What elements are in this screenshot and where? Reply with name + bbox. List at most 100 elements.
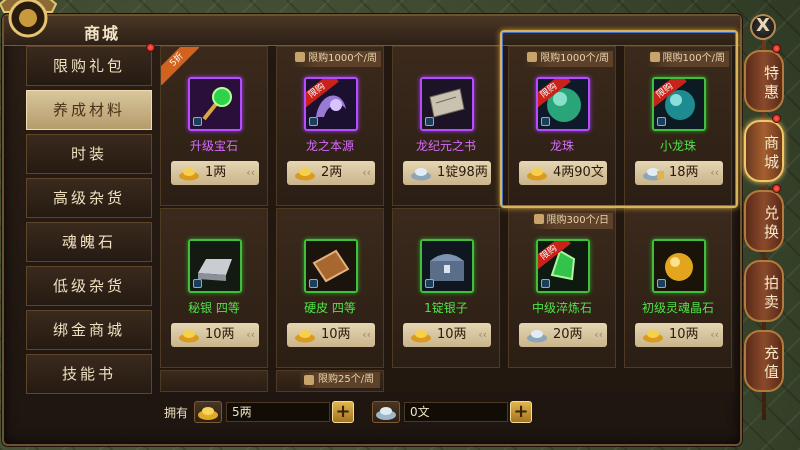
buy-price-button[interactable]: 2两	[287, 161, 375, 185]
silver-amount-field: 0文	[404, 402, 508, 422]
notification-dot	[772, 184, 781, 193]
shop-item-card[interactable]: 限购1000个/周 限购 龙之本源 2两	[276, 46, 384, 206]
bound-lock-icon	[657, 279, 666, 288]
notification-dot	[772, 44, 781, 53]
gold-ingot-icon	[293, 165, 317, 181]
price-label: 10两	[321, 327, 351, 342]
purchase-limit-tag: 限购300个/日	[529, 213, 613, 229]
item-grid: 5折升级宝石1两限购1000个/周限购龙之本源2两龙纪元之书1锭98两限购100…	[160, 46, 734, 392]
shop-item-card-partial[interactable]	[160, 370, 268, 392]
dragon-pearl-icon[interactable]: 限购	[536, 77, 590, 131]
silver-ingot-icon	[409, 165, 433, 181]
bound-lock-icon	[541, 117, 550, 126]
bound-lock-icon	[657, 117, 666, 126]
sidebar-item-1[interactable]: 养成材料	[26, 90, 152, 130]
buy-price-button[interactable]: 1锭98两	[403, 161, 491, 185]
small-dragon-pearl-icon[interactable]: 限购	[652, 77, 706, 131]
shop-item-card[interactable]: 5折 升级宝石 1两	[160, 46, 268, 206]
add-gold-button[interactable]: +	[332, 401, 354, 423]
right-tab-label: 商城	[762, 135, 780, 173]
right-tab-3[interactable]: 拍卖	[744, 260, 784, 322]
sidebar-item-label: 高级杂货	[52, 189, 125, 207]
gold-ingot-icon	[293, 327, 317, 343]
item-name: 升级宝石	[189, 139, 238, 153]
right-tab-label: 特惠	[762, 65, 780, 103]
right-tab-4[interactable]: 充值	[744, 330, 784, 392]
item-name: 龙珠	[549, 139, 574, 153]
shop-item-card[interactable]: 限购100个/周限购小龙珠 18两	[624, 46, 732, 206]
purchase-limit-tag: 限购25个/周	[300, 372, 381, 388]
right-tab-label: 充值	[762, 345, 780, 383]
item-name: 龙纪元之书	[415, 139, 476, 153]
dragon-orb-icon[interactable]: 限购	[304, 77, 358, 131]
item-name: 中级淬炼石	[531, 301, 592, 315]
shop-item-card[interactable]: 龙纪元之书 1锭98两	[392, 46, 500, 206]
buy-price-button[interactable]: 20两	[519, 323, 607, 347]
right-tab-label: 兑换	[762, 205, 780, 243]
price-label: 10两	[669, 327, 699, 342]
sidebar-item-label: 时装	[70, 145, 107, 163]
right-tab-2[interactable]: 兑换	[744, 190, 784, 252]
price-label: 1两	[205, 165, 227, 180]
bound-lock-icon	[425, 279, 434, 288]
sidebar-item-5[interactable]: 低级杂货	[26, 266, 152, 306]
bound-lock-icon	[193, 279, 202, 288]
price-label: 18两	[669, 165, 699, 180]
notification-dot	[772, 114, 781, 123]
bound-lock-icon	[309, 117, 318, 126]
sidebar-item-6[interactable]: 绑金商城	[26, 310, 152, 350]
sidebar-item-label: 限购礼包	[52, 57, 125, 75]
item-name: 小龙珠	[659, 139, 696, 153]
mithril-ingot-icon[interactable]	[188, 239, 242, 293]
close-button[interactable]: X	[750, 14, 776, 40]
silver-ingot-icon	[372, 401, 400, 423]
purchase-limit-tag: 限购100个/周	[645, 51, 729, 67]
sidebar-item-3[interactable]: 高级杂货	[26, 178, 152, 218]
shop-item-card[interactable]: 硬皮 四等 10两	[276, 208, 384, 368]
gold-ingot-icon	[194, 401, 222, 423]
buy-price-button[interactable]: 10两	[403, 323, 491, 347]
leather-icon[interactable]	[304, 239, 358, 293]
price-label: 2两	[321, 165, 343, 180]
buy-price-button[interactable]: 10两	[287, 323, 375, 347]
item-name: 1锭银子	[424, 301, 468, 315]
silver-chest-icon[interactable]	[420, 239, 474, 293]
purchase-limit-tag: 限购1000个/周	[523, 51, 613, 67]
right-tab-0[interactable]: 特惠	[744, 50, 784, 112]
shop-item-card[interactable]: 1锭银子 10两	[392, 208, 500, 368]
bound-lock-icon	[425, 117, 434, 126]
item-name: 秘银 四等	[188, 301, 240, 315]
price-label: 20两	[553, 327, 583, 342]
currency-bar: 拥有 5两 + 0文 +	[160, 398, 540, 426]
shop-item-card[interactable]: 限购300个/日限购中级淬炼石 20两	[508, 208, 616, 368]
add-silver-button[interactable]: +	[510, 401, 532, 423]
soul-crystal-icon[interactable]	[652, 239, 706, 293]
buy-price-button[interactable]: 18两	[635, 161, 723, 185]
scroll-icon[interactable]	[420, 77, 474, 131]
sidebar-item-0[interactable]: 限购礼包	[26, 43, 155, 86]
gold-ingot-icon	[409, 327, 433, 343]
right-tab-1[interactable]: 商城	[744, 120, 784, 182]
buy-price-button[interactable]: 10两	[635, 323, 723, 347]
sidebar-item-label: 养成材料	[52, 101, 125, 119]
sidebar-item-4[interactable]: 魂魄石	[26, 222, 152, 262]
buy-price-button[interactable]: 1两	[171, 161, 259, 185]
sidebar-item-7[interactable]: 技能书	[26, 354, 152, 394]
shop-item-card[interactable]: 限购1000个/周限购龙珠 4两90文	[508, 46, 616, 206]
gold-ingot-icon	[177, 165, 201, 181]
shop-item-card[interactable]: 秘银 四等 10两	[160, 208, 268, 368]
window-titlebar: 商城	[4, 16, 740, 46]
price-label: 10两	[205, 327, 235, 342]
gem-scepter-icon[interactable]	[188, 77, 242, 131]
item-name: 硬皮 四等	[304, 301, 356, 315]
buy-price-button[interactable]: 10两	[171, 323, 259, 347]
notification-dot	[146, 43, 155, 52]
sidebar-item-label: 技能书	[61, 365, 116, 383]
buy-price-button[interactable]: 4两90文	[519, 161, 607, 185]
shop-item-card[interactable]: 初级灵魂晶石 10两	[624, 208, 732, 368]
price-label: 10两	[437, 327, 467, 342]
sidebar-item-label: 魂魄石	[61, 233, 116, 251]
sidebar-item-2[interactable]: 时装	[26, 134, 152, 174]
green-crystal-icon[interactable]: 限购	[536, 239, 590, 293]
gold-ingot-icon	[177, 327, 201, 343]
